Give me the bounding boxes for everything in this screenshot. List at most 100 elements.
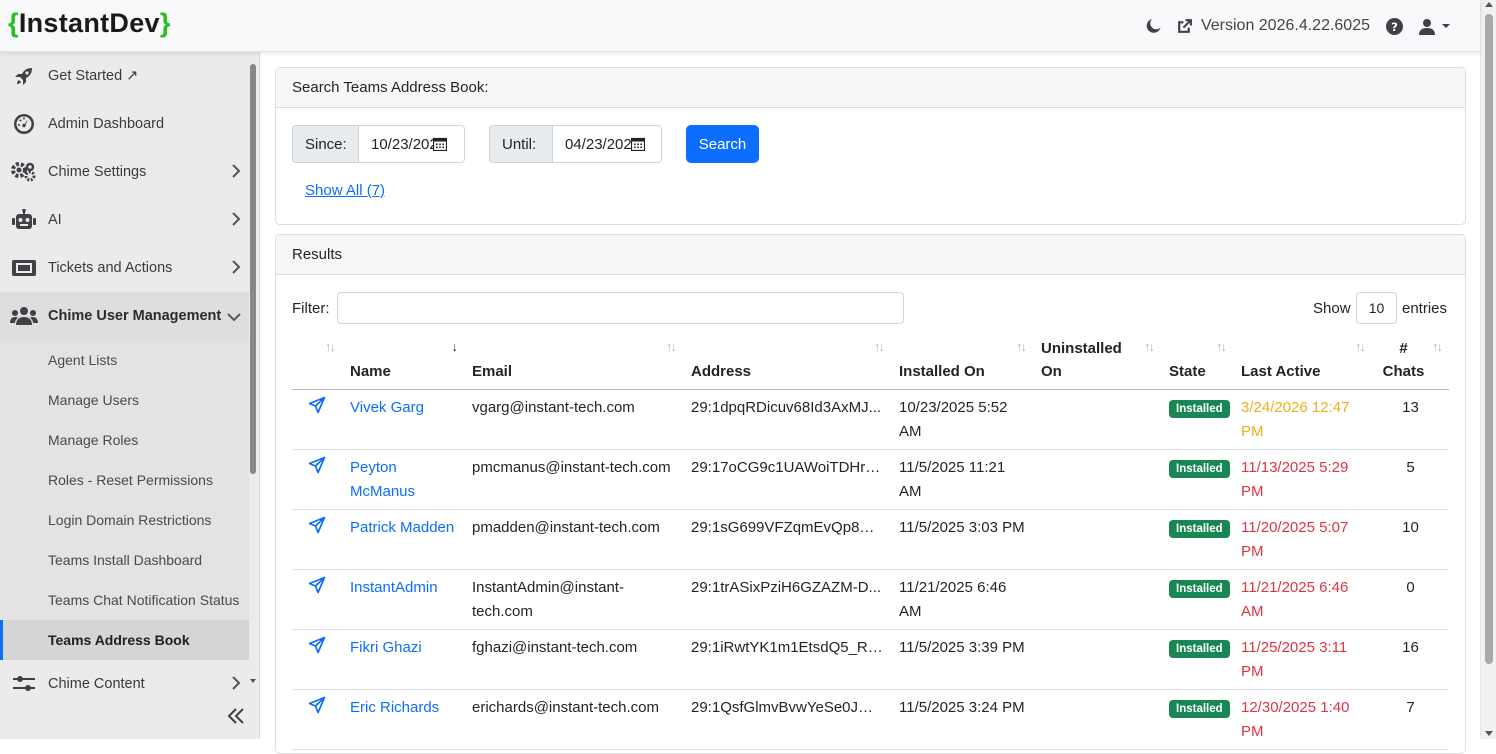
user-menu-icon[interactable] bbox=[1419, 18, 1450, 35]
email-cell: InstantAdmin@instant-tech.com bbox=[464, 569, 683, 630]
table-row: Vivek Garg vgarg@instant-tech.com 29:1dpqR… bbox=[292, 389, 1449, 450]
calendar-icon[interactable] bbox=[433, 137, 447, 151]
search-button[interactable]: Search bbox=[686, 125, 759, 163]
table-header-row: ↑↓ Name ↓ Email ↑↓ Address ↑↓ Installed On ↑… bbox=[292, 333, 1449, 390]
user-name-link[interactable]: Eric Richards bbox=[342, 689, 464, 750]
column-header-uninstalled-on[interactable]: Uninstalled On ↑↓ bbox=[1033, 333, 1161, 390]
column-header-action[interactable]: ↑↓ bbox=[292, 333, 342, 390]
table-row: Eric Richards erichards@instant-tech.com 2… bbox=[292, 689, 1449, 750]
external-link-icon[interactable] bbox=[1176, 18, 1193, 35]
page-scrollbar[interactable] bbox=[1480, 0, 1496, 739]
column-header-installed-on[interactable]: Installed On ↑↓ bbox=[891, 333, 1033, 390]
gauge-icon bbox=[0, 113, 48, 135]
sidebar-item-ai[interactable]: AI bbox=[0, 196, 249, 244]
column-header-address[interactable]: Address ↑↓ bbox=[683, 333, 891, 390]
help-icon[interactable]: ? bbox=[1386, 17, 1403, 35]
results-table: ↑↓ Name ↓ Email ↑↓ Address ↑↓ Installed On ↑… bbox=[292, 333, 1449, 750]
scrollbar-thumb[interactable] bbox=[1485, 14, 1493, 664]
last-active-cell: 11/25/2025 3:11 PM bbox=[1233, 629, 1372, 690]
column-header-email[interactable]: Email ↑↓ bbox=[464, 333, 683, 390]
user-name-link[interactable]: InstantAdmin bbox=[342, 569, 464, 630]
sidebar-item-chime-content[interactable]: Chime Content bbox=[0, 660, 249, 708]
sidebar-subitem-agent-lists[interactable]: Agent Lists bbox=[0, 340, 249, 380]
state-cell: Installed bbox=[1161, 569, 1233, 630]
state-cell: Installed bbox=[1161, 389, 1233, 450]
sidebar-subitem-teams-address-book[interactable]: Teams Address Book bbox=[0, 620, 249, 660]
send-message-icon[interactable] bbox=[292, 509, 342, 570]
email-cell: pmadden@instant-tech.com bbox=[464, 509, 683, 570]
send-message-icon[interactable] bbox=[292, 569, 342, 630]
brand-logo[interactable]: {InstantDev} bbox=[8, 8, 171, 39]
send-message-icon[interactable] bbox=[292, 689, 342, 750]
email-cell: vgarg@instant-tech.com bbox=[464, 389, 683, 450]
sidebar-subitem-teams-chat-notification-status[interactable]: Teams Chat Notification Status bbox=[0, 580, 249, 620]
email-cell: fghazi@instant-tech.com bbox=[464, 629, 683, 690]
column-header-state[interactable]: State ↑↓ bbox=[1161, 333, 1233, 390]
dark-mode-icon[interactable] bbox=[1146, 18, 1162, 34]
last-active-cell: 3/24/2026 12:47 PM bbox=[1233, 389, 1372, 450]
user-name-link[interactable]: Peyton McManus bbox=[342, 449, 464, 510]
since-date-input[interactable]: 10/23/2025 bbox=[358, 125, 465, 163]
sidebar-item-tickets-and-actions[interactable]: Tickets and Actions bbox=[0, 244, 249, 292]
installed-on-cell: 11/21/2025 6:46 AM bbox=[891, 569, 1033, 630]
sidebar-subitem-login-domain-restrictions[interactable]: Login Domain Restrictions bbox=[0, 500, 249, 540]
state-cell: Installed bbox=[1161, 629, 1233, 690]
send-message-icon[interactable] bbox=[292, 449, 342, 510]
last-active-cell: 12/30/2025 1:40 PM bbox=[1233, 689, 1372, 750]
uninstalled-on-cell bbox=[1033, 689, 1161, 750]
sidebar-item-chime-settings[interactable]: Chime Settings bbox=[0, 148, 249, 196]
installed-on-cell: 11/5/2025 3:24 PM bbox=[891, 689, 1033, 750]
filter-input[interactable] bbox=[337, 292, 904, 324]
sidebar-item-label: Chime Settings bbox=[48, 164, 147, 180]
until-input-group: Until: 04/23/2026 bbox=[489, 125, 662, 163]
sidebar-item-label: Get Started ↗ bbox=[48, 68, 139, 84]
results-card-header: Results bbox=[276, 235, 1465, 275]
scroll-up-arrow-icon[interactable] bbox=[1485, 2, 1493, 7]
installed-on-cell: 11/5/2025 3:39 PM bbox=[891, 629, 1033, 690]
status-badge: Installed bbox=[1169, 580, 1230, 598]
address-cell: 29:1QsfGlmvBvwYeSe0JXq... bbox=[683, 689, 891, 750]
installed-on-cell: 11/5/2025 11:21 AM bbox=[891, 449, 1033, 510]
sidebar-subitem-manage-users[interactable]: Manage Users bbox=[0, 380, 249, 420]
column-header-name[interactable]: Name ↓ bbox=[342, 333, 464, 390]
chats-count-cell: 13 bbox=[1372, 389, 1449, 450]
user-name-link[interactable]: Fikri Ghazi bbox=[342, 629, 464, 690]
send-message-icon[interactable] bbox=[292, 629, 342, 690]
chats-count-cell: 7 bbox=[1372, 689, 1449, 750]
sidebar-item-label: Chime Content bbox=[48, 676, 145, 692]
sidebar-subitem-teams-install-dashboard[interactable]: Teams Install Dashboard bbox=[0, 540, 249, 580]
status-badge: Installed bbox=[1169, 520, 1230, 538]
sidebar-scrollbar[interactable] bbox=[250, 64, 256, 474]
status-badge: Installed bbox=[1169, 640, 1230, 658]
rocket-icon bbox=[0, 66, 48, 86]
sidebar-subitem-roles-reset-permissions[interactable]: Roles - Reset Permissions bbox=[0, 460, 249, 500]
collapse-sidebar-icon[interactable] bbox=[222, 702, 250, 730]
sidebar-item-admin-dashboard[interactable]: Admin Dashboard bbox=[0, 100, 249, 148]
version-label: Version 2026.4.22.6025 bbox=[1200, 17, 1370, 34]
user-name-link[interactable]: Vivek Garg bbox=[342, 389, 464, 450]
sidebar-item-label: Tickets and Actions bbox=[48, 260, 173, 276]
column-header-last-active[interactable]: Last Active ↑↓ bbox=[1233, 333, 1372, 390]
user-name-link[interactable]: Patrick Madden bbox=[342, 509, 464, 570]
column-header-chats[interactable]: # Chats ↑↓ bbox=[1372, 333, 1449, 390]
last-active-cell: 11/20/2025 5:07 PM bbox=[1233, 509, 1372, 570]
scroll-down-arrow-icon[interactable] bbox=[1485, 731, 1493, 736]
ticket-icon bbox=[0, 258, 48, 278]
show-all-link[interactable]: Show All (7) bbox=[305, 182, 385, 199]
uninstalled-on-cell bbox=[1033, 569, 1161, 630]
chevron-right-icon bbox=[231, 260, 241, 278]
send-message-icon[interactable] bbox=[292, 389, 342, 450]
since-label: Since: bbox=[292, 125, 358, 163]
uninstalled-on-cell bbox=[1033, 389, 1161, 450]
calendar-icon[interactable] bbox=[631, 137, 645, 151]
sidebar-item-get-started[interactable]: Get Started ↗ bbox=[0, 52, 249, 100]
sidebar-subitem-manage-roles[interactable]: Manage Roles bbox=[0, 420, 249, 460]
entries-per-page-input[interactable]: 10 bbox=[1356, 292, 1397, 324]
svg-text:?: ? bbox=[1391, 19, 1398, 33]
sidebar-item-chime-user-management[interactable]: Chime User Management bbox=[0, 292, 249, 340]
until-date-input[interactable]: 04/23/2026 bbox=[552, 125, 662, 163]
chats-count-cell: 5 bbox=[1372, 449, 1449, 510]
chevron-right-icon bbox=[231, 164, 241, 182]
search-card: Search Teams Address Book: Since: 10/23/… bbox=[275, 67, 1466, 225]
scroll-down-arrow-icon[interactable] bbox=[250, 679, 256, 683]
